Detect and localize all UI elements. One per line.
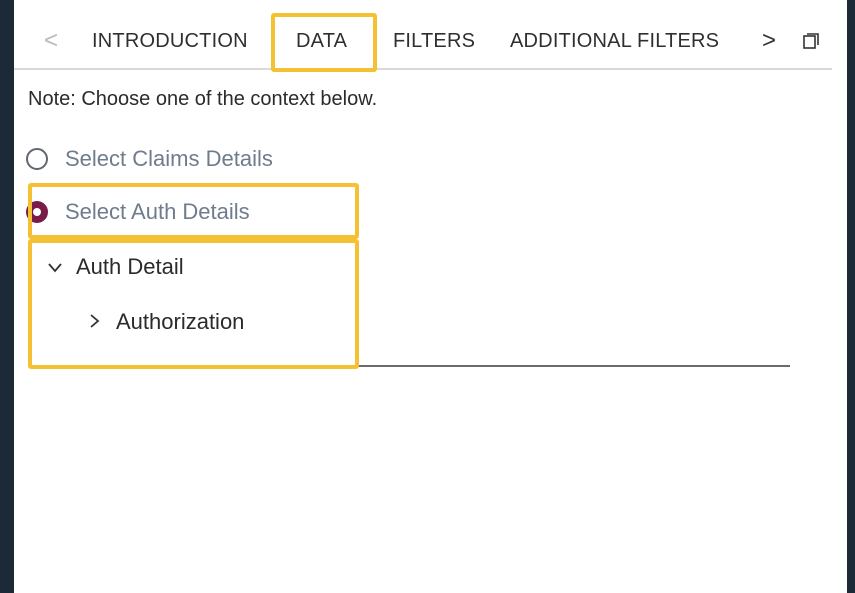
tree-node-auth-detail[interactable]: Auth Detail bbox=[46, 254, 184, 280]
tree-node-authorization[interactable]: Authorization bbox=[86, 309, 244, 335]
tab-prev-arrow-icon[interactable]: < bbox=[44, 14, 58, 68]
radio-auth-details[interactable]: Select Auth Details bbox=[26, 197, 250, 227]
radio-label-auth: Select Auth Details bbox=[65, 199, 250, 224]
radio-claims-details[interactable]: Select Claims Details bbox=[26, 144, 273, 174]
chevron-down-icon[interactable] bbox=[46, 256, 64, 279]
tree-divider bbox=[66, 365, 790, 367]
popout-window-icon[interactable] bbox=[803, 33, 819, 49]
tab-next-arrow-icon[interactable]: > bbox=[762, 14, 776, 68]
radio-label-claims: Select Claims Details bbox=[65, 146, 273, 171]
tab-filters[interactable]: FILTERS bbox=[393, 14, 475, 68]
radio-button-selected[interactable] bbox=[26, 201, 48, 223]
tree-label-auth-detail: Auth Detail bbox=[76, 254, 184, 279]
tab-additional-filters[interactable]: ADDITIONAL FILTERS bbox=[510, 14, 719, 68]
tab-bar: < INTRODUCTION DATA FILTERS ADDITIONAL F… bbox=[14, 14, 832, 70]
chevron-right-icon[interactable] bbox=[86, 311, 104, 334]
tab-introduction[interactable]: INTRODUCTION bbox=[92, 14, 248, 68]
tab-data[interactable]: DATA bbox=[296, 14, 347, 68]
tree-label-authorization: Authorization bbox=[116, 309, 245, 334]
radio-button-unselected[interactable] bbox=[26, 148, 48, 170]
context-note: Note: Choose one of the context below. bbox=[28, 88, 378, 110]
